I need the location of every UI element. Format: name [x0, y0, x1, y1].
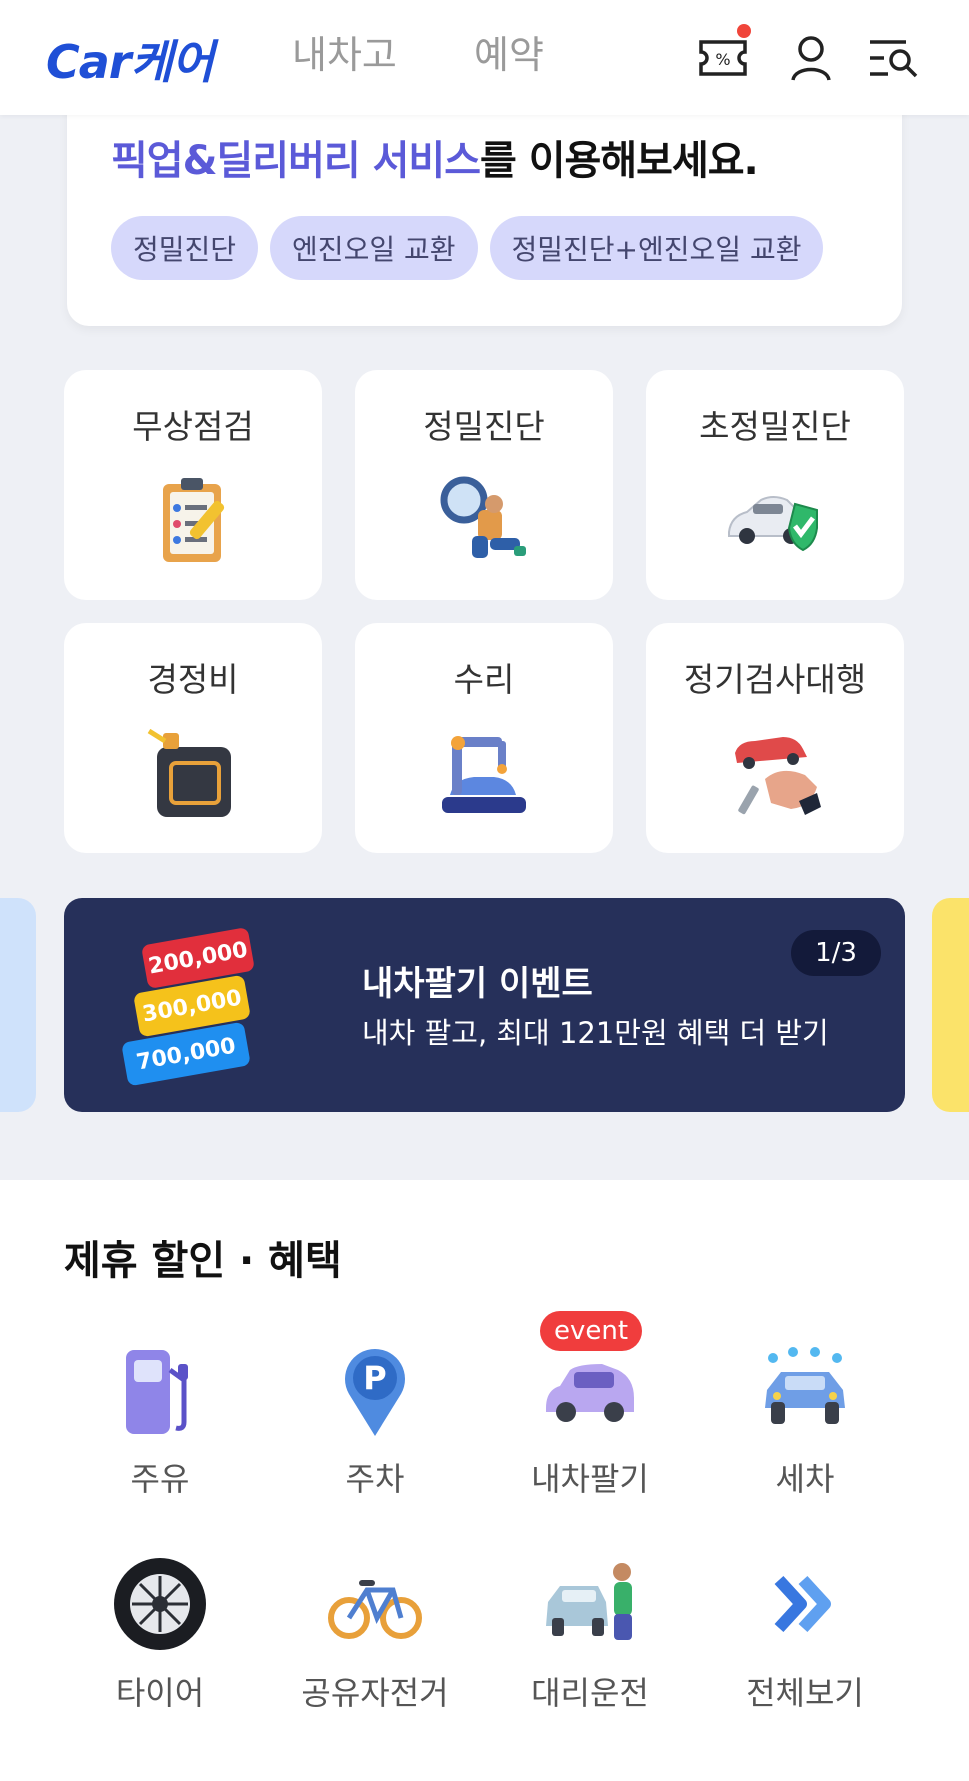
pickup-title-highlight: 픽업&딜리버리 서비스 — [111, 138, 481, 184]
service-label: 정밀진단 — [423, 407, 545, 446]
app-header: Car케어 내차고 예약 % — [0, 0, 969, 115]
partner-label: 내차팔기 — [531, 1460, 649, 1498]
service-label: 초정밀진단 — [699, 407, 851, 446]
bicycle-icon — [327, 1556, 423, 1652]
banner-next-peek[interactable] — [932, 898, 969, 1112]
user-icon[interactable] — [783, 30, 839, 86]
banner-prev-peek[interactable] — [0, 898, 36, 1112]
partner-label: 대리운전 — [531, 1674, 649, 1712]
partner-parking[interactable]: P 주차 — [275, 1342, 475, 1542]
partner-label: 주유 — [130, 1460, 190, 1498]
magnifier-mechanic-icon — [434, 470, 534, 570]
oil-can-icon — [143, 723, 243, 823]
chip-diagnosis-oil[interactable]: 정밀진단+엔진오일 교환 — [489, 216, 824, 280]
coupon-icon[interactable]: % — [695, 24, 751, 86]
robot-arm-icon — [434, 723, 534, 823]
service-inspection-agency[interactable]: 정기검사대행 — [646, 623, 904, 853]
tire-icon — [112, 1556, 208, 1652]
service-ultra-precision[interactable]: 초정밀진단 — [646, 370, 904, 600]
service-label: 수리 — [453, 660, 515, 699]
svg-text:%: % — [715, 50, 730, 69]
service-precision-diagnosis[interactable]: 정밀진단 — [355, 370, 613, 600]
partner-benefits-section: 제휴 할인 · 혜택 event 주유 P 주차 내차팔기 세차 타이어 공유자… — [0, 1180, 969, 1781]
gas-pump-icon — [112, 1342, 208, 1438]
section-title: 제휴 할인 · 혜택 — [64, 1238, 342, 1284]
partner-view-all[interactable]: 전체보기 — [705, 1556, 905, 1756]
double-chevron-icon — [757, 1556, 853, 1652]
service-label: 정기검사대행 — [683, 660, 867, 699]
nav-my-garage[interactable]: 내차고 — [292, 24, 397, 79]
purple-car-icon — [542, 1342, 638, 1438]
chauffeur-icon — [542, 1556, 638, 1652]
service-free-inspection[interactable]: 무상점검 — [64, 370, 322, 600]
partner-fuel[interactable]: 주유 — [60, 1342, 260, 1542]
partner-chauffeur[interactable]: 대리운전 — [490, 1556, 690, 1756]
menu-search-icon[interactable] — [866, 30, 922, 86]
pickup-chips: 정밀진단 엔진오일 교환 정밀진단+엔진오일 교환 — [111, 216, 824, 280]
partner-label: 세차 — [775, 1460, 835, 1498]
partner-shared-bike[interactable]: 공유자전거 — [275, 1556, 475, 1756]
partner-sell-car[interactable]: 내차팔기 — [490, 1342, 690, 1542]
partner-label: 공유자전거 — [301, 1674, 449, 1712]
partner-label: 전체보기 — [746, 1674, 864, 1712]
banner-pager: 1/3 — [791, 930, 881, 976]
event-badge: event — [540, 1311, 642, 1351]
partner-car-wash[interactable]: 세차 — [705, 1342, 905, 1542]
app-logo[interactable]: Car케어 — [46, 26, 214, 92]
nav-reservation[interactable]: 예약 — [474, 24, 544, 79]
banner-subtitle: 내차 팔고, 최대 121만원 혜택 더 받기 — [362, 1016, 829, 1050]
car-wash-icon — [757, 1342, 853, 1438]
chip-engine-oil[interactable]: 엔진오일 교환 — [270, 216, 478, 280]
svg-text:P: P — [363, 1359, 386, 1397]
car-shield-icon — [725, 470, 825, 570]
hand-car-icon — [725, 723, 825, 823]
clipboard-checklist-icon — [143, 470, 243, 570]
service-label: 무상점검 — [132, 407, 254, 446]
notification-dot — [737, 24, 751, 38]
parking-pin-icon: P — [327, 1342, 423, 1438]
banner-title: 내차팔기 이벤트 — [362, 964, 593, 1004]
service-repair[interactable]: 수리 — [355, 623, 613, 853]
pickup-delivery-card[interactable]: 픽업&딜리버리 서비스를 이용해보세요. 정밀진단 엔진오일 교환 정밀진단+엔… — [67, 100, 902, 326]
pickup-title: 픽업&딜리버리 서비스를 이용해보세요. — [111, 128, 759, 186]
partner-label: 타이어 — [115, 1674, 205, 1712]
service-label: 경정비 — [147, 660, 239, 699]
pickup-title-rest: 를 이용해보세요. — [480, 138, 759, 184]
partner-tire[interactable]: 타이어 — [60, 1556, 260, 1756]
sell-car-event-banner[interactable]: 200,000 300,000 700,000 내차팔기 이벤트 내차 팔고, … — [64, 898, 905, 1112]
partner-label: 주차 — [345, 1460, 405, 1498]
chip-precision-diagnosis[interactable]: 정밀진단 — [111, 216, 259, 280]
service-light-maintenance[interactable]: 경정비 — [64, 623, 322, 853]
